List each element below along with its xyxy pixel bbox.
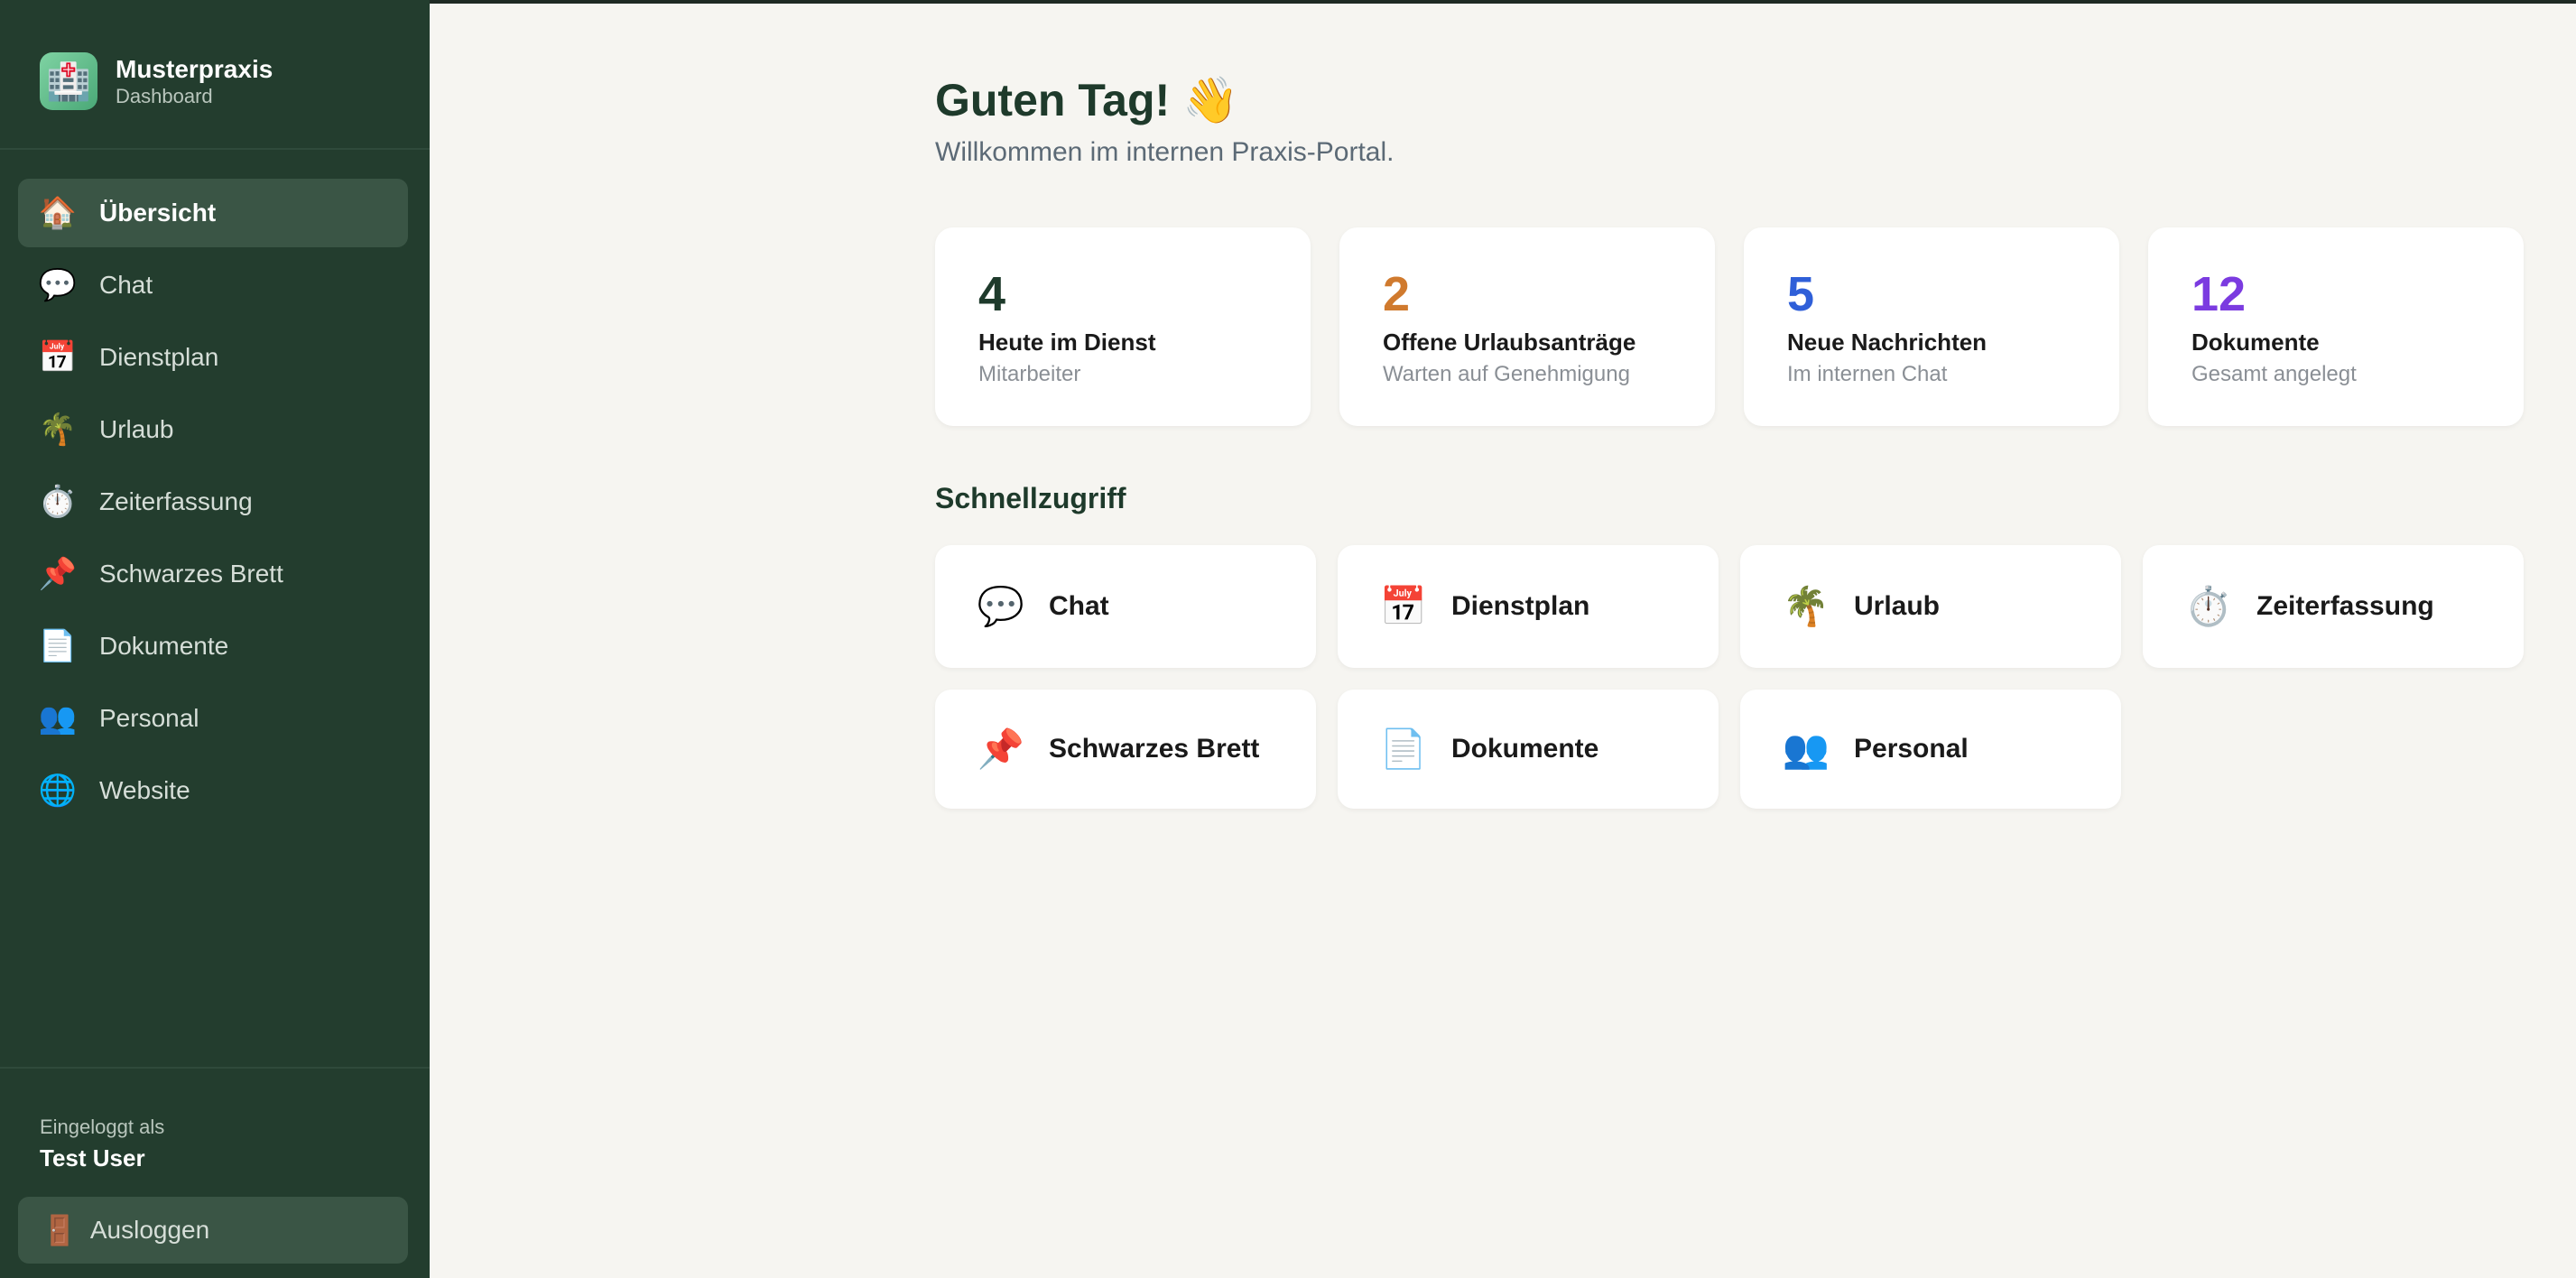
quick-access-title: Schnellzugriff bbox=[935, 482, 1126, 514]
stopwatch-icon: ⏱️ bbox=[38, 485, 78, 519]
stat-value: 12 bbox=[2191, 267, 2247, 321]
sidebar-item-label: Urlaub bbox=[99, 415, 174, 443]
quick-access-grid: 💬 Chat 📅 Dienstplan 🌴 Urlaub ⏱️ Zeiterfa… bbox=[935, 545, 2524, 830]
people-icon: 👥 bbox=[38, 701, 78, 736]
stat-card-offene-urlaubsantraege: 2 Offene Urlaubsanträge Warten auf Geneh… bbox=[1339, 227, 1715, 426]
stats-row: 4 Heute im Dienst Mitarbeiter 2 Offene U… bbox=[935, 227, 2524, 426]
sidebar-item-uebersicht[interactable]: 🏠 Übersicht bbox=[18, 179, 408, 247]
house-icon: 🏠 bbox=[38, 196, 78, 230]
sidebar: 🏥 Musterpraxis Dashboard 🏠 Übersicht 💬 C… bbox=[0, 0, 430, 1278]
hospital-icon: 🏥 bbox=[40, 52, 97, 110]
stat-value: 4 bbox=[978, 267, 1006, 321]
sidebar-item-label: Dienstplan bbox=[99, 343, 219, 371]
sidebar-item-urlaub[interactable]: 🌴 Urlaub bbox=[18, 395, 408, 464]
stat-subtitle: Warten auf Genehmigung bbox=[1383, 362, 1630, 386]
brand-name: Musterpraxis bbox=[116, 55, 273, 83]
stopwatch-icon: ⏱️ bbox=[2184, 584, 2233, 627]
quick-access-label: Dienstplan bbox=[1451, 591, 1590, 621]
quick-access-schwarzes-brett[interactable]: 📌 Schwarzes Brett bbox=[935, 690, 1316, 809]
quick-access-label: Schwarzes Brett bbox=[1049, 734, 1260, 764]
stat-subtitle: Gesamt angelegt bbox=[2191, 362, 2357, 386]
stat-card-dokumente: 12 Dokumente Gesamt angelegt bbox=[2148, 227, 2524, 426]
stat-subtitle: Mitarbeiter bbox=[978, 362, 1081, 386]
stat-value: 2 bbox=[1383, 267, 1411, 321]
globe-icon: 🌐 bbox=[38, 773, 78, 808]
quick-access-label: Urlaub bbox=[1854, 591, 1941, 621]
stat-card-heute-im-dienst: 4 Heute im Dienst Mitarbeiter bbox=[935, 227, 1311, 426]
sidebar-item-label: Chat bbox=[99, 271, 153, 299]
calendar-icon: 📅 bbox=[1379, 584, 1428, 627]
sidebar-item-dokumente[interactable]: 📄 Dokumente bbox=[18, 612, 408, 681]
sidebar-item-label: Zeiterfassung bbox=[99, 487, 253, 515]
quick-access-label: Zeiterfassung bbox=[2256, 591, 2434, 621]
quick-access-label: Chat bbox=[1049, 591, 1109, 621]
stat-card-neue-nachrichten: 5 Neue Nachrichten Im internen Chat bbox=[1744, 227, 2119, 426]
people-icon: 👥 bbox=[1782, 727, 1830, 770]
quick-access-urlaub[interactable]: 🌴 Urlaub bbox=[1740, 545, 2121, 668]
quick-access-dienstplan[interactable]: 📅 Dienstplan bbox=[1338, 545, 1719, 668]
palm-tree-icon: 🌴 bbox=[1782, 584, 1830, 627]
document-icon: 📄 bbox=[38, 629, 78, 663]
stat-value: 5 bbox=[1787, 267, 1815, 321]
page-subtitle: Willkommen im internen Praxis-Portal. bbox=[935, 137, 1395, 167]
stat-title: Neue Nachrichten bbox=[1787, 329, 1988, 356]
sidebar-item-label: Personal bbox=[99, 704, 199, 732]
sidebar-item-label: Dokumente bbox=[99, 632, 229, 660]
sidebar-item-chat[interactable]: 💬 Chat bbox=[18, 251, 408, 320]
quick-access-label: Dokumente bbox=[1451, 734, 1599, 764]
brand: 🏥 Musterpraxis Dashboard bbox=[40, 52, 273, 110]
pushpin-icon: 📌 bbox=[38, 557, 78, 591]
sidebar-item-label: Website bbox=[99, 776, 190, 804]
quick-access-zeiterfassung[interactable]: ⏱️ Zeiterfassung bbox=[2143, 545, 2524, 668]
stat-subtitle: Im internen Chat bbox=[1787, 362, 1948, 386]
stat-title: Heute im Dienst bbox=[978, 329, 1156, 356]
page-title: Guten Tag! 👋 bbox=[935, 75, 1239, 125]
stat-title: Dokumente bbox=[2191, 329, 2320, 356]
palm-tree-icon: 🌴 bbox=[38, 412, 78, 447]
sidebar-item-zeiterfassung[interactable]: ⏱️ Zeiterfassung bbox=[18, 468, 408, 536]
brand-subtitle: Dashboard bbox=[116, 85, 213, 107]
logout-label: Ausloggen bbox=[89, 1216, 210, 1244]
quick-access-label: Personal bbox=[1854, 734, 1969, 764]
quick-access-chat[interactable]: 💬 Chat bbox=[935, 545, 1316, 668]
document-icon: 📄 bbox=[1379, 727, 1428, 770]
sidebar-item-dienstplan[interactable]: 📅 Dienstplan bbox=[18, 323, 408, 392]
quick-access-dokumente[interactable]: 📄 Dokumente bbox=[1338, 690, 1719, 809]
logged-in-label: Eingeloggt als bbox=[40, 1116, 165, 1138]
sidebar-item-label: Übersicht bbox=[99, 199, 217, 227]
sidebar-item-website[interactable]: 🌐 Website bbox=[18, 756, 408, 825]
stat-title: Offene Urlaubsanträge bbox=[1383, 329, 1636, 356]
sidebar-divider-bottom bbox=[0, 1067, 430, 1069]
current-user-name: Test User bbox=[40, 1144, 145, 1172]
speech-bubble-icon: 💬 bbox=[977, 584, 1025, 627]
calendar-icon: 📅 bbox=[38, 340, 78, 375]
logout-button[interactable]: 🚪 Ausloggen bbox=[18, 1197, 408, 1264]
sidebar-item-schwarzes-brett[interactable]: 📌 Schwarzes Brett bbox=[18, 540, 408, 608]
quick-access-personal[interactable]: 👥 Personal bbox=[1740, 690, 2121, 809]
sidebar-item-label: Schwarzes Brett bbox=[99, 560, 283, 588]
sidebar-item-personal[interactable]: 👥 Personal bbox=[18, 684, 408, 753]
speech-bubble-icon: 💬 bbox=[38, 268, 78, 302]
pushpin-icon: 📌 bbox=[977, 727, 1025, 770]
sidebar-divider-top bbox=[0, 148, 430, 150]
door-icon: 🚪 bbox=[42, 1214, 78, 1246]
sidebar-nav: 🏠 Übersicht 💬 Chat 📅 Dienstplan 🌴 Urlaub… bbox=[18, 179, 408, 829]
